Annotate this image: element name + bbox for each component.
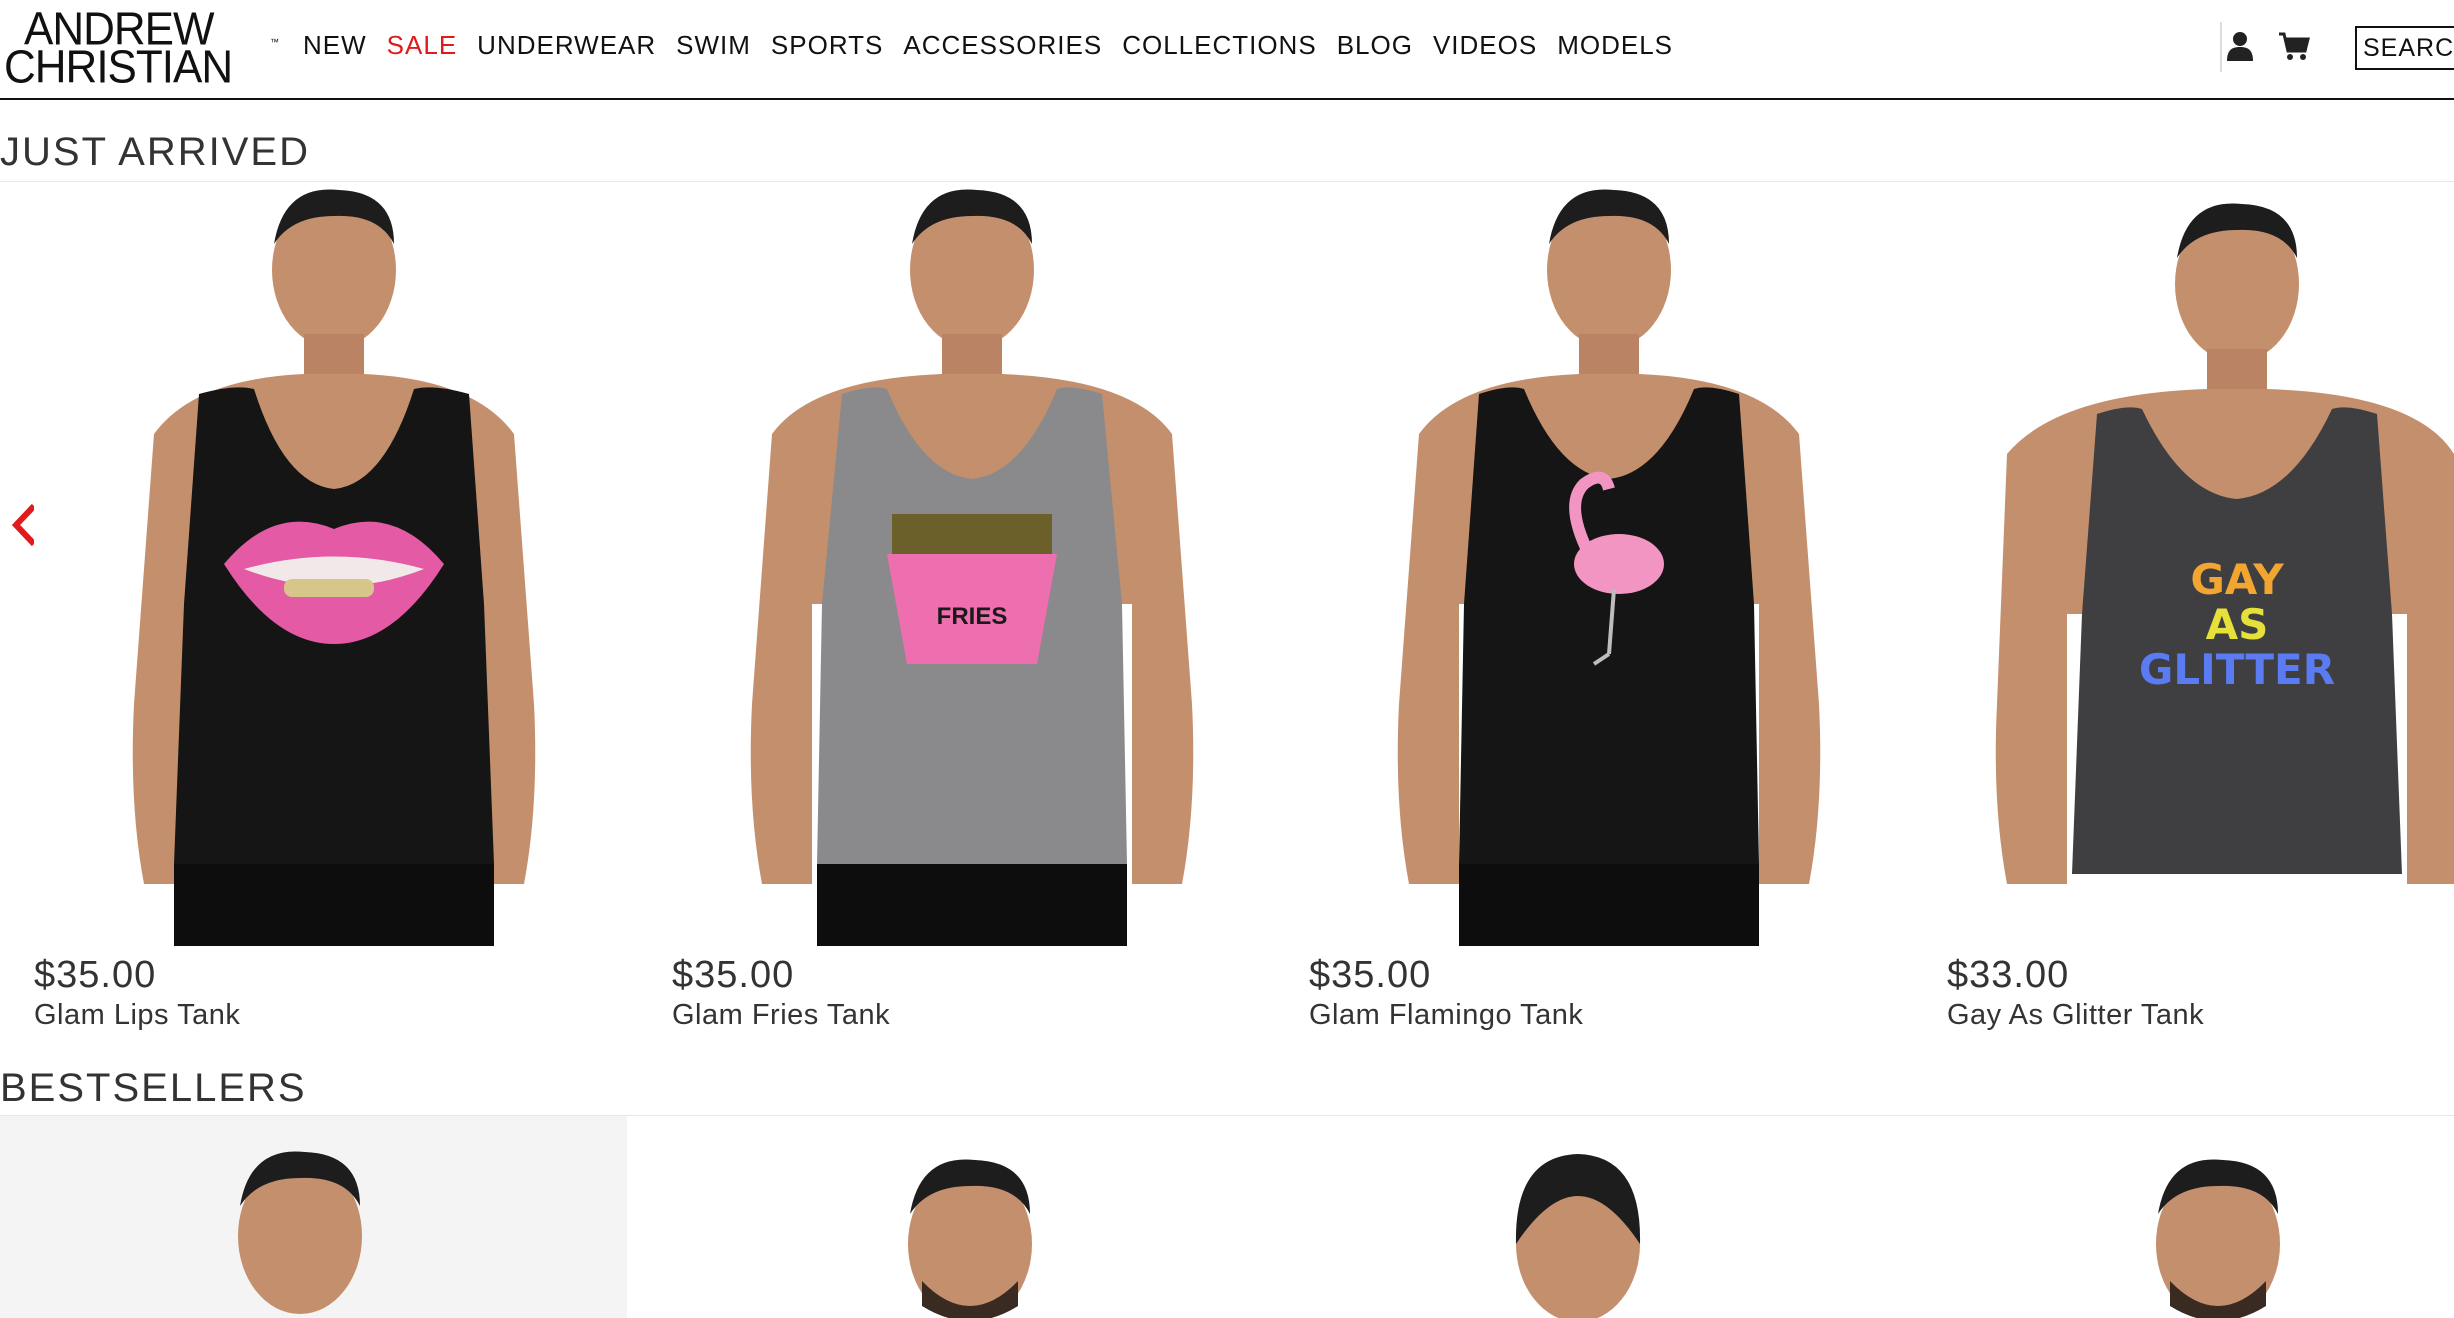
header-icons <box>2222 28 2330 64</box>
model-illustration <box>1397 189 1821 946</box>
brand-logo-line2: CHRISTIAN <box>4 41 233 94</box>
bestseller-image <box>2156 1159 2280 1318</box>
brand-logo[interactable]: ANDREW CHRISTIAN ™ <box>4 6 280 94</box>
nav-item-sale[interactable]: SALE <box>387 30 458 61</box>
bestseller-card[interactable] <box>640 1116 1267 1318</box>
user-icon[interactable] <box>2222 28 2258 64</box>
product-image[interactable] <box>34 184 634 946</box>
product-card[interactable]: FRIES $35.00 Glam Fries Tank <box>672 184 1272 1044</box>
brand-logo-tm: ™ <box>270 37 279 47</box>
model-illustration: FRIES <box>750 189 1194 946</box>
bestseller-image <box>238 1151 362 1314</box>
product-card[interactable]: GAY AS GLITTER $33.00 Gay As Glitter Tan… <box>1947 184 2454 1044</box>
nav-item-videos[interactable]: VIDEOS <box>1433 30 1537 61</box>
fries-graphic-text: FRIES <box>937 603 1008 630</box>
search-box <box>2355 26 2454 70</box>
section-title-bestsellers: BESTSELLERS <box>0 1066 307 1110</box>
bestseller-card[interactable] <box>1916 1116 2454 1318</box>
bestseller-card[interactable] <box>1278 1116 1905 1318</box>
nav-item-collections[interactable]: COLLECTIONS <box>1122 30 1317 61</box>
nav-item-underwear[interactable]: UNDERWEAR <box>477 30 656 61</box>
product-name[interactable]: Glam Lips Tank <box>34 999 240 1032</box>
svg-text:AS: AS <box>2206 600 2269 649</box>
section-rule <box>0 181 2454 182</box>
cart-icon[interactable] <box>2276 28 2312 64</box>
svg-text:GAY: GAY <box>2190 555 2284 604</box>
nav-item-accessories[interactable]: ACCESSORIES <box>903 30 1102 61</box>
nav-item-new[interactable]: NEW <box>303 30 367 61</box>
product-name[interactable]: Glam Fries Tank <box>672 999 890 1032</box>
product-price: $35.00 <box>672 954 795 996</box>
nav-item-models[interactable]: MODELS <box>1557 30 1673 61</box>
svg-text:GLITTER: GLITTER <box>2139 645 2335 694</box>
product-card[interactable]: $35.00 Glam Flamingo Tank <box>1309 184 1909 1044</box>
bestseller-image <box>908 1159 1032 1318</box>
product-name[interactable]: Glam Flamingo Tank <box>1309 999 1583 1032</box>
nav-item-swim[interactable]: SWIM <box>676 30 751 61</box>
bestseller-image <box>1515 1154 1641 1318</box>
product-name[interactable]: Gay As Glitter Tank <box>1947 999 2204 1032</box>
product-image[interactable] <box>1309 184 1909 946</box>
main-nav: NEW SALE UNDERWEAR SWIM SPORTS ACCESSORI… <box>303 30 1693 61</box>
bestseller-card[interactable] <box>0 1116 627 1318</box>
product-price: $35.00 <box>1309 954 1432 996</box>
product-card[interactable]: $35.00 Glam Lips Tank <box>34 184 634 1044</box>
fries-graphic: FRIES <box>887 514 1057 664</box>
nav-item-blog[interactable]: BLOG <box>1337 30 1413 61</box>
product-price: $35.00 <box>34 954 157 996</box>
section-title-just-arrived: JUST ARRIVED <box>0 130 310 174</box>
nav-item-sports[interactable]: SPORTS <box>771 30 883 61</box>
model-illustration <box>132 189 536 946</box>
search-input[interactable] <box>2357 28 2454 63</box>
product-image[interactable]: GAY AS GLITTER <box>1947 184 2454 946</box>
product-image[interactable]: FRIES <box>672 184 1272 946</box>
site-header: ANDREW CHRISTIAN ™ NEW SALE UNDERWEAR SW… <box>0 0 2454 100</box>
model-illustration: GAY AS GLITTER <box>1995 203 2454 884</box>
product-price: $33.00 <box>1947 954 2070 996</box>
